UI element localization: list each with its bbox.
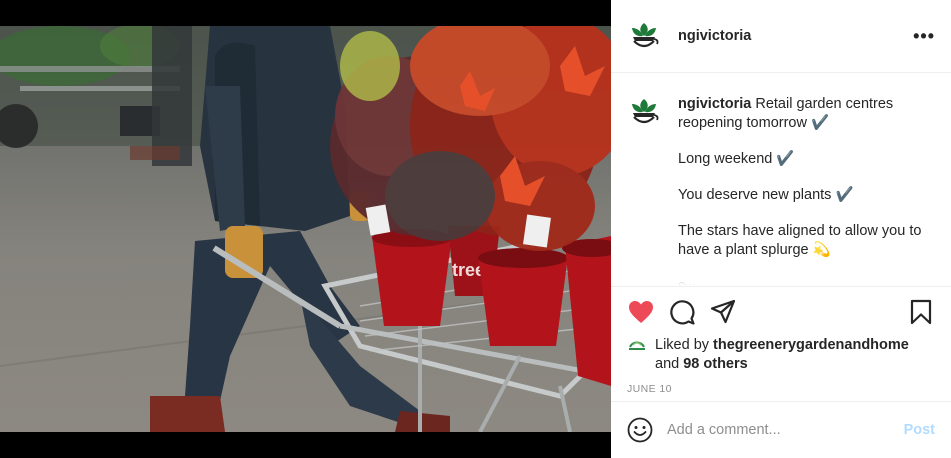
- share-button[interactable]: [709, 298, 737, 326]
- ngi-logo-icon: [632, 99, 659, 124]
- avatar[interactable]: [627, 19, 661, 53]
- comment-input[interactable]: [667, 422, 904, 438]
- caption-line-4: The stars have aligned to allow you to h…: [678, 223, 922, 258]
- post-date[interactable]: JUNE 10: [627, 383, 935, 395]
- header-username[interactable]: ngivictoria: [678, 28, 751, 44]
- action-row: [627, 295, 935, 329]
- more-options-button[interactable]: •••: [913, 26, 935, 47]
- post-header: ngivictoria •••: [611, 0, 951, 73]
- caption-row: ngivictoria Retail garden centres reopen…: [627, 95, 935, 286]
- bookmark-icon: [910, 299, 932, 325]
- post-actions: Liked by thegreenerygardenandhome and 98…: [611, 286, 951, 400]
- liked-by-and: and: [655, 356, 684, 372]
- post-side-panel: ngivictoria ••• ngivictoria Retail garde…: [611, 0, 951, 458]
- liked-by-others[interactable]: 98 others: [683, 356, 747, 372]
- likes-text: Liked by thegreenerygardenandhome and 98…: [655, 336, 909, 374]
- like-button[interactable]: [627, 298, 655, 326]
- save-button[interactable]: [907, 298, 935, 326]
- comment-bar: Post: [611, 401, 951, 458]
- caption-line-3: You deserve new plants ✔️: [678, 187, 854, 203]
- caption-fade: [611, 272, 951, 286]
- share-icon: [710, 299, 736, 324]
- emoji-icon[interactable]: [627, 417, 653, 443]
- caption-area: ngivictoria Retail garden centres reopen…: [611, 73, 951, 286]
- comment-button[interactable]: [668, 298, 696, 326]
- caption-username[interactable]: ngivictoria: [678, 96, 751, 112]
- comment-icon: [670, 300, 695, 325]
- liked-by-user[interactable]: thegreenerygardenandhome: [713, 337, 909, 353]
- post-comment-button[interactable]: Post: [904, 422, 935, 438]
- liked-by-prefix: Liked by: [655, 337, 714, 353]
- photo-scene: treeS: [0, 26, 611, 432]
- greenery-logo-icon: [629, 341, 645, 350]
- caption-avatar[interactable]: [627, 95, 661, 129]
- caption-first-line: ngivictoria Retail garden centres reopen…: [678, 95, 935, 133]
- caption-line-2: Long weekend ✔️: [678, 151, 795, 167]
- heart-icon: [629, 301, 653, 323]
- likes-summary: Liked by thegreenerygardenandhome and 98…: [627, 336, 935, 374]
- ngi-logo-icon: [632, 23, 659, 48]
- caption-text: ngivictoria Retail garden centres reopen…: [678, 95, 935, 286]
- photo-illustration: treeS: [0, 26, 611, 432]
- liker-avatar[interactable]: [627, 336, 647, 356]
- post-photo[interactable]: treeS: [0, 0, 611, 458]
